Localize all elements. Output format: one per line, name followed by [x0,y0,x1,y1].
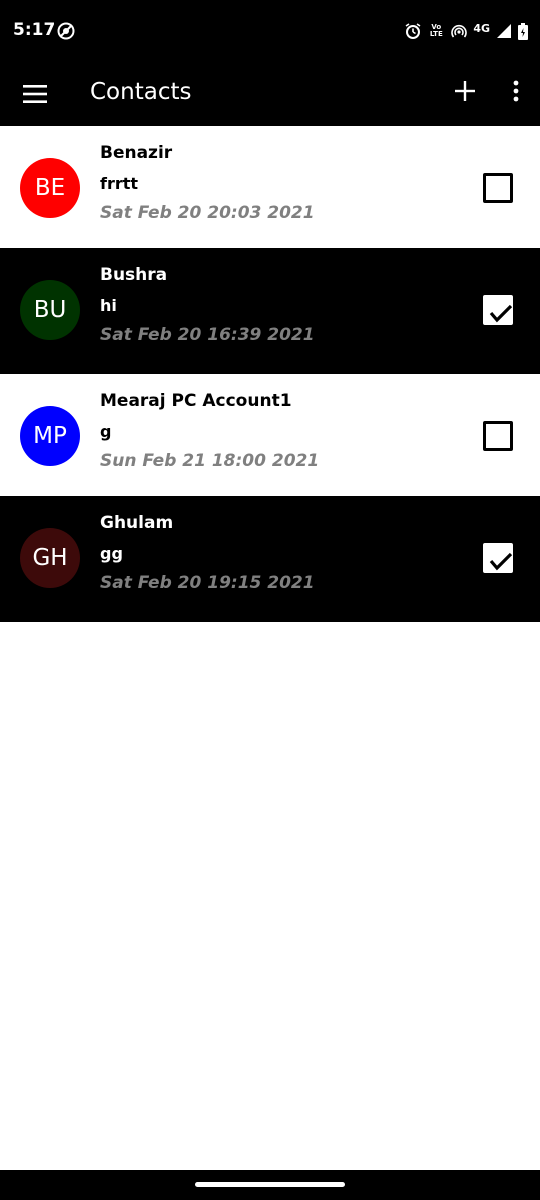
page-title: Contacts [90,79,192,105]
message-time: Sat Feb 20 19:15 2021 [100,573,315,593]
list-item[interactable]: BU Bushra hi Sat Feb 20 16:39 2021 [0,248,540,374]
contact-name: Ghulam [100,513,174,533]
avatar-initials: MP [33,423,67,449]
signal-icon [496,23,512,39]
list-item[interactable]: GH Ghulam gg Sat Feb 20 19:15 2021 [0,496,540,622]
avatar: MP [20,406,80,466]
volte-bottom-label: LTE [429,30,443,38]
contact-name: Benazir [100,143,173,163]
volte-icon: Vo LTE [427,24,445,38]
battery-icon [518,22,528,40]
status-bar: 5:17 Vo LTE 4G [0,0,540,62]
status-icons: Vo LTE 4G [405,20,528,42]
last-message: g [100,422,112,441]
last-message: frrtt [100,174,139,193]
status-time: 5:17 [13,20,56,40]
list-item[interactable]: MP Mearaj PC Account1 g Sun Feb 21 18:00… [0,374,540,496]
home-gesture-handle[interactable] [195,1182,345,1187]
list-item[interactable]: BE Benazir frrtt Sat Feb 20 20:03 2021 [0,126,540,248]
last-message: hi [100,296,117,315]
hotspot-icon [451,23,468,39]
contact-list: BE Benazir frrtt Sat Feb 20 20:03 2021 B… [0,126,540,622]
select-checkbox[interactable] [483,173,513,203]
last-message: gg [100,544,123,563]
message-time: Sat Feb 20 16:39 2021 [100,325,315,345]
message-time: Sat Feb 20 20:03 2021 [100,203,315,223]
avatar: BU [20,280,80,340]
app-bar: Contacts [0,62,540,126]
menu-icon[interactable] [22,82,48,106]
avatar-initials: BE [34,175,66,201]
select-checkbox[interactable] [483,295,513,325]
contact-name: Mearaj PC Account1 [100,391,292,411]
select-checkbox[interactable] [483,543,513,573]
checkmark-icon [489,552,513,571]
select-checkbox[interactable] [483,421,513,451]
message-time: Sun Feb 21 18:00 2021 [100,451,320,471]
add-icon[interactable] [453,79,477,103]
network-type: 4G [473,21,490,35]
contact-name: Bushra [100,265,168,285]
avatar: BE [20,158,80,218]
alarm-icon [405,23,421,39]
data-saver-icon [57,22,75,40]
avatar: GH [20,528,80,588]
avatar-initials: GH [32,545,68,571]
more-vert-icon[interactable] [506,79,526,103]
avatar-initials: BU [33,297,67,323]
checkmark-icon [489,304,513,323]
navigation-bar [0,1170,540,1200]
